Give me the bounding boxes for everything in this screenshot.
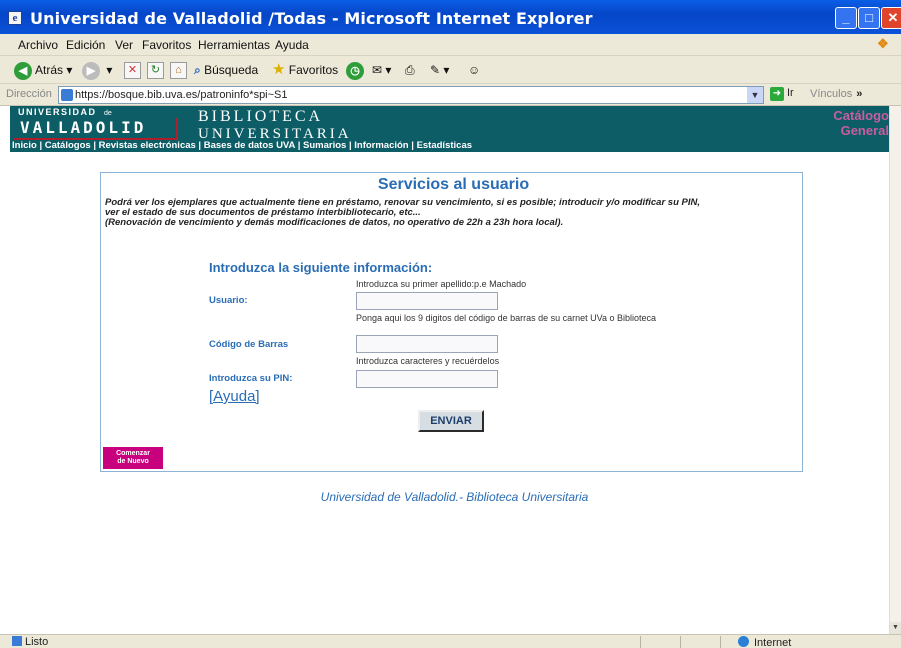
pin-hint: Introduzca caracteres y recuérdelos bbox=[356, 356, 500, 366]
history-icon[interactable]: ◷ bbox=[346, 60, 367, 80]
menu-favoritos[interactable]: Favoritos bbox=[142, 38, 191, 52]
nav-revistas[interactable]: Revistas electrónicas bbox=[99, 140, 196, 151]
intro-text: Podrá ver los ejemplares que actualmente… bbox=[105, 197, 700, 228]
user-label: Usuario: bbox=[209, 295, 248, 306]
nav-catalogos[interactable]: Catálogos bbox=[45, 140, 91, 151]
barcode-hint: Ponga aqui los 9 digitos del código de b… bbox=[356, 313, 657, 323]
nav-estadisticas[interactable]: Estadísticas bbox=[417, 140, 472, 151]
menu-herramientas[interactable]: Herramientas bbox=[198, 38, 270, 52]
form-title: Introduzca la siguiente información: bbox=[209, 260, 433, 275]
status-divider bbox=[720, 636, 721, 648]
back-arrow-icon: ◀ bbox=[14, 61, 32, 80]
barcode-input[interactable] bbox=[356, 335, 498, 353]
window-titlebar: e Universidad de Valladolid /Todas - Mic… bbox=[0, 0, 901, 34]
star-icon: ★ bbox=[272, 61, 286, 78]
globe-icon bbox=[738, 636, 749, 647]
menu-archivo[interactable]: Archivo bbox=[18, 38, 58, 52]
links-button[interactable]: Vínculos» bbox=[810, 88, 862, 100]
nav-informacion[interactable]: Información bbox=[354, 140, 408, 151]
address-bar: Dirección https://bosque.bib.uva.es/patr… bbox=[0, 84, 901, 106]
page-icon bbox=[61, 89, 73, 101]
menu-ayuda[interactable]: Ayuda bbox=[275, 38, 309, 52]
search-icon: ⌕ bbox=[194, 63, 201, 77]
status-bar: Listo Internet bbox=[0, 634, 901, 648]
stop-icon[interactable]: ✕ bbox=[124, 62, 141, 79]
search-button[interactable]: ⌕ Búsqueda bbox=[194, 60, 258, 80]
refresh-icon[interactable]: ↻ bbox=[147, 62, 164, 79]
restart-button[interactable]: Comenzar de Nuevo bbox=[103, 447, 163, 469]
status-divider bbox=[640, 636, 641, 648]
maximize-button[interactable]: □ bbox=[858, 7, 880, 29]
library-title-line1: BIBLIOTECA bbox=[198, 108, 324, 125]
home-icon[interactable]: ⌂ bbox=[170, 62, 187, 79]
go-button[interactable]: ➜ Ir bbox=[770, 87, 794, 101]
edit-icon[interactable]: ✎ ▾ bbox=[430, 60, 449, 80]
menu-bar: Archivo Edición Ver Favoritos Herramient… bbox=[0, 34, 901, 56]
mail-icon[interactable]: ✉ ▾ bbox=[372, 60, 391, 80]
library-banner: UNIVERSIDAD de VALLADOLID BIBLIOTECA UNI… bbox=[10, 106, 889, 152]
university-de: de bbox=[104, 110, 112, 117]
services-panel: Servicios al usuario Podrá ver los ejemp… bbox=[100, 172, 803, 472]
address-label: Dirección bbox=[6, 88, 52, 100]
pin-input[interactable] bbox=[356, 370, 498, 388]
nav-inicio[interactable]: Inicio bbox=[12, 140, 37, 151]
user-hint: Introduzca su primer apellido:p.e Machad… bbox=[356, 279, 527, 289]
university-label: UNIVERSIDAD bbox=[18, 107, 97, 117]
menu-ver[interactable]: Ver bbox=[115, 38, 133, 52]
pin-label: Introduzca su PIN: bbox=[209, 373, 293, 384]
university-logo[interactable]: VALLADOLID bbox=[14, 118, 178, 140]
submit-button[interactable]: ENVIAR bbox=[418, 410, 484, 432]
page-title: Servicios al usuario bbox=[377, 176, 530, 193]
address-input[interactable]: https://bosque.bib.uva.es/patroninfo*spi… bbox=[58, 86, 764, 104]
barcode-label: Código de Barras bbox=[209, 339, 289, 350]
scroll-down-icon[interactable]: ▼ bbox=[890, 622, 901, 634]
chevron-down-icon[interactable]: ▼ bbox=[747, 87, 763, 103]
page-viewport: UNIVERSIDAD de VALLADOLID BIBLIOTECA UNI… bbox=[0, 106, 901, 634]
toolbar: ◀ Atrás ▾ ▶ ▾ ✕ ↻ ⌂ ⌕ Búsqueda ★ Favorito… bbox=[0, 56, 901, 84]
print-icon[interactable]: ⎙ bbox=[405, 60, 415, 80]
windows-logo-icon: ❖ bbox=[877, 36, 889, 51]
close-button[interactable]: ✕ bbox=[881, 7, 901, 29]
go-arrow-icon: ➜ bbox=[770, 87, 784, 101]
catalog-title: Catálogo General bbox=[833, 108, 889, 138]
favorites-button[interactable]: ★ Favoritos bbox=[272, 60, 338, 80]
vertical-scrollbar[interactable]: ▼ bbox=[889, 106, 901, 634]
security-zone: Internet bbox=[738, 636, 791, 648]
status-divider bbox=[680, 636, 681, 648]
messenger-icon[interactable]: ☺ bbox=[468, 60, 480, 80]
footer-link[interactable]: Universidad de Valladolid.- Biblioteca U… bbox=[10, 490, 899, 504]
forward-button[interactable]: ▶ ▾ bbox=[82, 60, 112, 80]
forward-arrow-icon: ▶ bbox=[82, 61, 100, 80]
nav-sumarios[interactable]: Sumarios bbox=[303, 140, 346, 151]
top-nav: Inicio | Catálogos | Revistas electrónic… bbox=[12, 140, 473, 151]
ie-page-icon: e bbox=[8, 11, 22, 25]
status-text: Listo bbox=[12, 636, 48, 648]
address-url: https://bosque.bib.uva.es/patroninfo*spi… bbox=[75, 89, 288, 101]
menu-edicion[interactable]: Edición bbox=[66, 38, 105, 52]
page-status-icon bbox=[12, 636, 22, 646]
window-title: Universidad de Valladolid /Todas - Micro… bbox=[30, 9, 593, 28]
user-input[interactable] bbox=[356, 292, 498, 310]
nav-bases-datos[interactable]: Bases de datos UVA bbox=[204, 140, 295, 151]
help-link[interactable]: [Ayuda] bbox=[209, 388, 260, 405]
minimize-button[interactable]: _ bbox=[835, 7, 857, 29]
back-button[interactable]: ◀ Atrás ▾ bbox=[14, 60, 72, 80]
